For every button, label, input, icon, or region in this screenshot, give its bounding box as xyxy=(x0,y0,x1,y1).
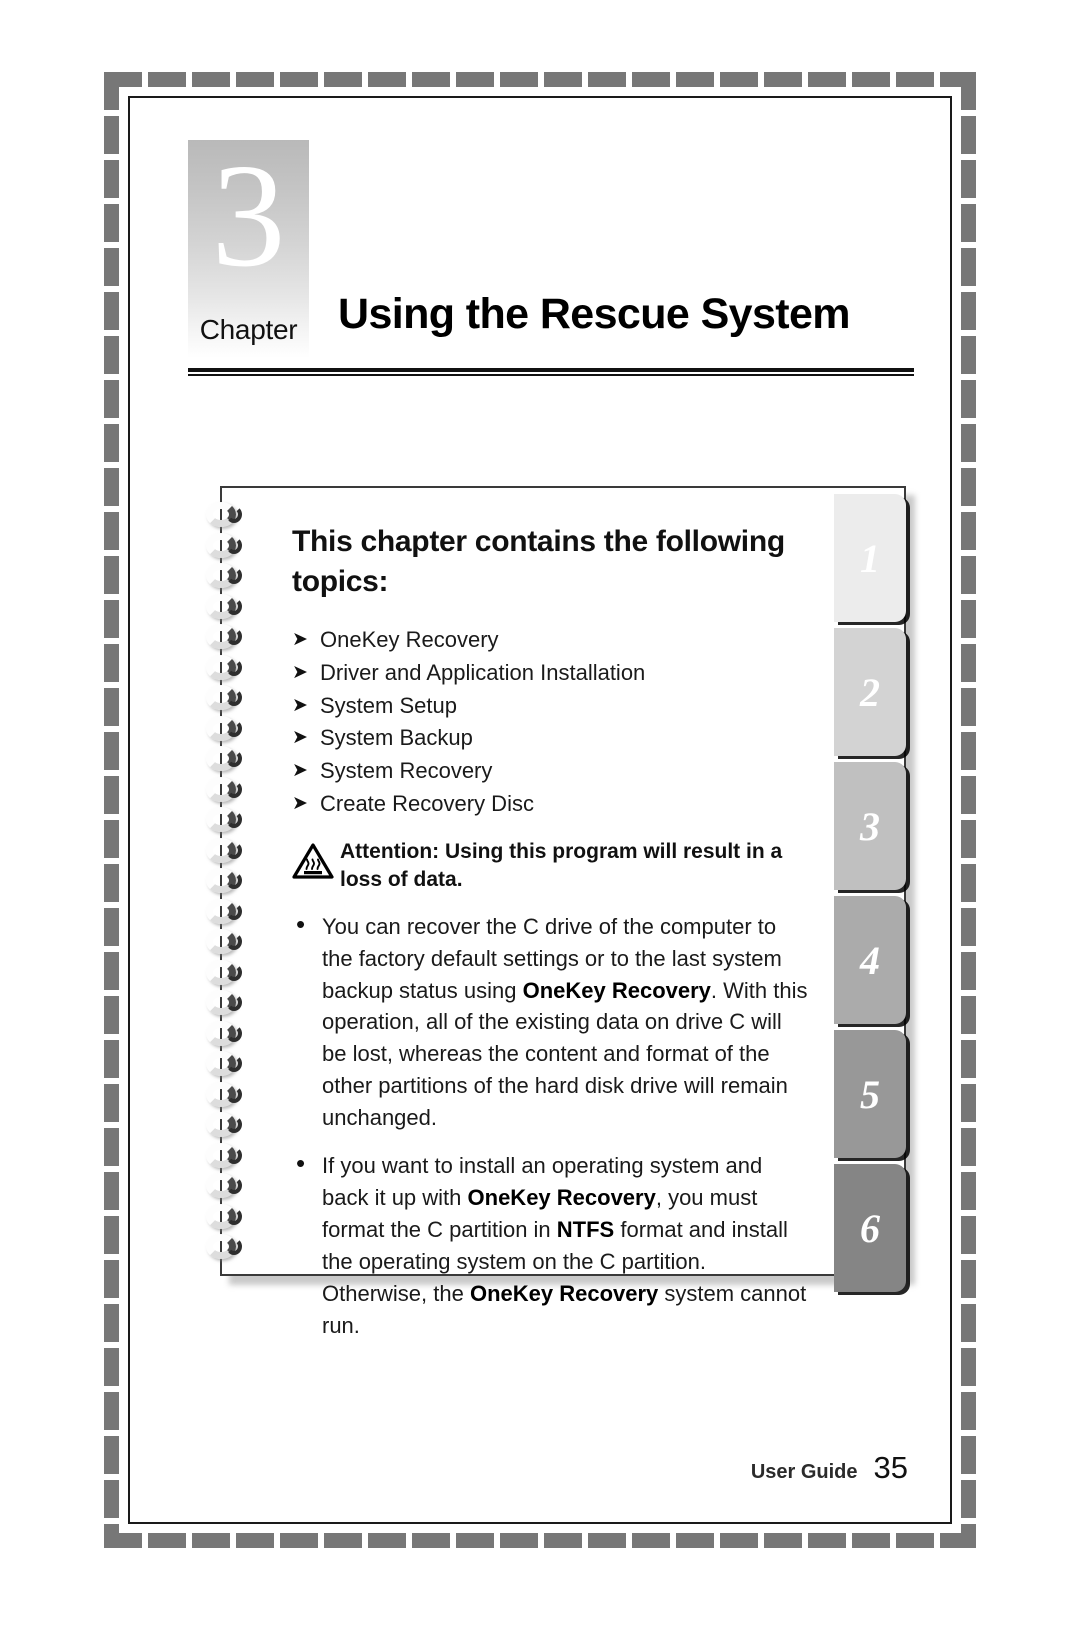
spiral-ring-icon xyxy=(204,805,252,836)
topic-item: ➤ OneKey Recovery xyxy=(292,624,812,656)
index-tab-2[interactable]: 2 xyxy=(834,628,906,756)
index-tab-5[interactable]: 5 xyxy=(834,1030,906,1158)
spiral-ring-icon xyxy=(204,897,252,928)
frame-dash-bottom xyxy=(104,1533,976,1548)
arrow-bullet-icon: ➤ xyxy=(292,661,308,683)
index-tab-3[interactable]: 3 xyxy=(834,762,906,890)
page-body: 3 Chapter Using the Rescue System 1 2 3 4 5 6… xyxy=(128,96,952,1524)
topic-item: ➤ Driver and Application Installation xyxy=(292,657,812,689)
topic-label: Driver and Application Installation xyxy=(320,659,646,685)
arrow-bullet-icon: ➤ xyxy=(292,694,308,716)
spiral-ring-icon xyxy=(204,958,252,989)
divider-rule-thick xyxy=(188,368,914,372)
index-tab-4[interactable]: 4 xyxy=(834,896,906,1024)
spiral-ring-icon xyxy=(204,683,252,714)
index-tab-label: 1 xyxy=(860,535,880,581)
page-title: Using the Rescue System xyxy=(338,290,851,338)
spiral-ring-icon xyxy=(204,653,252,684)
spiral-ring-icon xyxy=(204,927,252,958)
spiral-ring-icon xyxy=(204,744,252,775)
attention-text: Attention: Using this program will resul… xyxy=(340,840,783,892)
topics-list: ➤ OneKey Recovery ➤ Driver and Application … xyxy=(292,624,812,820)
index-tab-label: 6 xyxy=(860,1205,880,1251)
index-tab-label: 3 xyxy=(860,803,880,849)
topic-item: ➤ System Recovery xyxy=(292,755,812,787)
chapter-number: 3 xyxy=(211,134,286,298)
index-tab-strip: 1 2 3 4 5 6 xyxy=(834,486,906,1292)
notebook-card: 1 2 3 4 5 6 This chapter contains the followi… xyxy=(206,486,915,1338)
spiral-ring-icon xyxy=(204,775,252,806)
spiral-ring-icon xyxy=(204,1019,252,1050)
spiral-ring-icon xyxy=(204,1232,252,1263)
chapter-badge: 3 Chapter xyxy=(188,140,309,358)
spiral-ring-icon xyxy=(204,531,252,562)
arrow-bullet-icon: ➤ xyxy=(292,760,308,782)
index-tab-1[interactable]: 1 xyxy=(834,494,906,622)
arrow-bullet-icon: ➤ xyxy=(292,793,308,815)
spiral-ring-icon xyxy=(204,1202,252,1233)
spiral-ring-icon xyxy=(204,866,252,897)
divider-rule-thin xyxy=(188,374,914,376)
round-bullet-icon: • xyxy=(296,1148,306,1179)
page-number: 35 xyxy=(873,1450,908,1485)
card-content: This chapter contains the following topi… xyxy=(292,522,812,1357)
note-bullet-text: If you want to install an operating syst… xyxy=(322,1153,807,1338)
topic-item: ➤ System Setup xyxy=(292,690,812,722)
topic-item: ➤ Create Recovery Disc xyxy=(292,788,812,820)
footer-label: User Guide xyxy=(750,1461,858,1483)
index-tab-label: 5 xyxy=(860,1071,880,1117)
note-bullet-item: • You can recover the C drive of the comp… xyxy=(292,908,812,1134)
note-bullet-text: You can recover the C drive of the compu… xyxy=(322,913,808,1131)
spiral-ring-icon xyxy=(204,500,252,531)
notes-list: • You can recover the C drive of the comp… xyxy=(292,908,812,1342)
frame-dash-right xyxy=(961,72,976,1548)
frame-dash-left xyxy=(104,72,119,1548)
spiral-ring-icon xyxy=(204,1110,252,1141)
spiral-ring-icon xyxy=(204,714,252,745)
topic-label: System Setup xyxy=(320,692,457,718)
chapter-label: Chapter xyxy=(199,314,298,345)
spiral-ring-icon xyxy=(204,836,252,867)
outer-dashed-frame: 3 Chapter Using the Rescue System 1 2 3 4 5 6… xyxy=(104,72,976,1548)
attention-notice: Attention: Using this program will resul… xyxy=(292,838,812,895)
spiral-binding-icon xyxy=(204,500,256,1262)
arrow-bullet-icon: ➤ xyxy=(292,628,308,650)
topic-label: System Recovery xyxy=(320,758,493,784)
arrow-bullet-icon: ➤ xyxy=(292,727,308,749)
round-bullet-icon: • xyxy=(296,908,306,939)
spiral-ring-icon xyxy=(204,988,252,1019)
frame-dash-top xyxy=(104,72,976,87)
warning-hot-surface-icon xyxy=(292,842,334,880)
note-bullet-item: • If you want to install an operating sys… xyxy=(292,1148,812,1341)
spiral-ring-icon xyxy=(204,561,252,592)
topic-label: Create Recovery Disc xyxy=(320,791,534,817)
topic-label: System Backup xyxy=(320,725,473,751)
page-footer: User Guide 35 xyxy=(751,1450,908,1486)
card-heading: This chapter contains the following topi… xyxy=(292,525,785,598)
title-divider xyxy=(188,368,914,377)
chapter-header: 3 Chapter Using the Rescue System xyxy=(188,140,914,390)
index-tab-label: 2 xyxy=(860,669,880,715)
spiral-ring-icon xyxy=(204,592,252,623)
spiral-ring-icon xyxy=(204,1080,252,1111)
index-tab-6[interactable]: 6 xyxy=(834,1164,906,1292)
topic-label: OneKey Recovery xyxy=(320,626,499,652)
index-tab-label: 4 xyxy=(860,937,880,983)
spiral-ring-icon xyxy=(204,1141,252,1172)
spiral-ring-icon xyxy=(204,1171,252,1202)
spiral-ring-icon xyxy=(204,622,252,653)
spiral-ring-icon xyxy=(204,1049,252,1080)
topic-item: ➤ System Backup xyxy=(292,722,812,754)
